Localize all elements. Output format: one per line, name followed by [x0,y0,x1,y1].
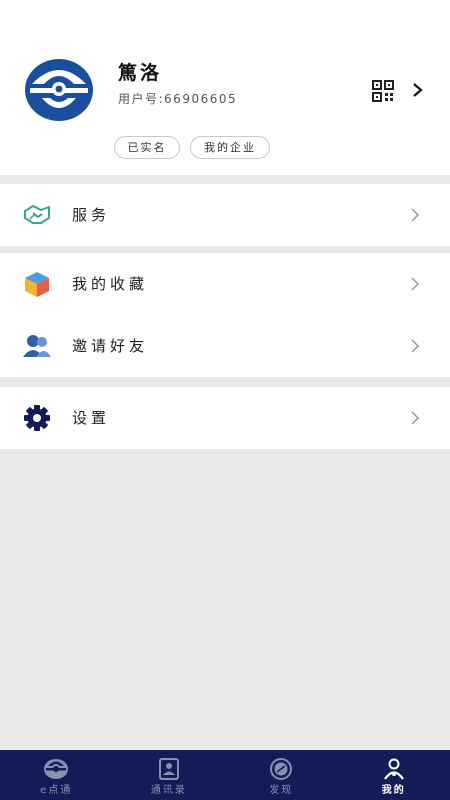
user-id: 用户号:66906605 [118,92,238,106]
e-logo-icon [44,759,69,779]
menu-item-label: 我的收藏 [72,275,149,293]
contacts-icon [158,758,179,780]
bottom-tab-bar: e点通 通讯录 发现 我的 [0,750,450,800]
my-enterprise-tag[interactable]: 我的企业 [190,136,270,159]
tab-label: 我的 [381,785,406,796]
profile-header[interactable]: 篤洛 用户号:66906605 已实名 我的企业 [0,0,450,175]
avatar[interactable] [24,58,94,122]
tab-discover[interactable]: 发现 [225,750,338,800]
discover-icon [270,758,293,780]
settings-card: 设置 [0,387,450,449]
tab-label: e点通 [40,785,73,796]
personal-card: 我的收藏 邀请好友 [0,253,450,377]
menu-item-favorites[interactable]: 我的收藏 [0,253,450,315]
menu-item-services[interactable]: 服务 [0,184,450,246]
menu-item-label: 邀请好友 [72,337,149,355]
handshake-icon [24,205,50,224]
menu-item-settings[interactable]: 设置 [0,387,450,449]
menu-item-label: 设置 [72,409,111,427]
user-name: 篤洛 [118,62,163,84]
verified-tag[interactable]: 已实名 [114,136,180,159]
person-icon [383,758,404,780]
chevron-right-icon[interactable] [410,82,424,98]
people-icon [23,335,51,357]
tab-label: 发现 [269,785,294,796]
tab-contacts[interactable]: 通讯录 [113,750,226,800]
qr-code-icon[interactable] [372,80,394,102]
chevron-right-icon [411,411,420,425]
tab-mine[interactable]: 我的 [338,750,450,800]
chevron-right-icon [411,339,420,353]
chevron-right-icon [411,277,420,291]
menu-item-invite[interactable]: 邀请好友 [0,315,450,377]
tab-e-dian-tong[interactable]: e点通 [0,750,113,800]
tab-label: 通讯录 [150,785,187,796]
menu-item-label: 服务 [72,206,111,224]
cube-icon [25,272,49,297]
chevron-right-icon [411,208,420,222]
gear-icon [24,405,50,431]
services-card: 服务 [0,184,450,246]
